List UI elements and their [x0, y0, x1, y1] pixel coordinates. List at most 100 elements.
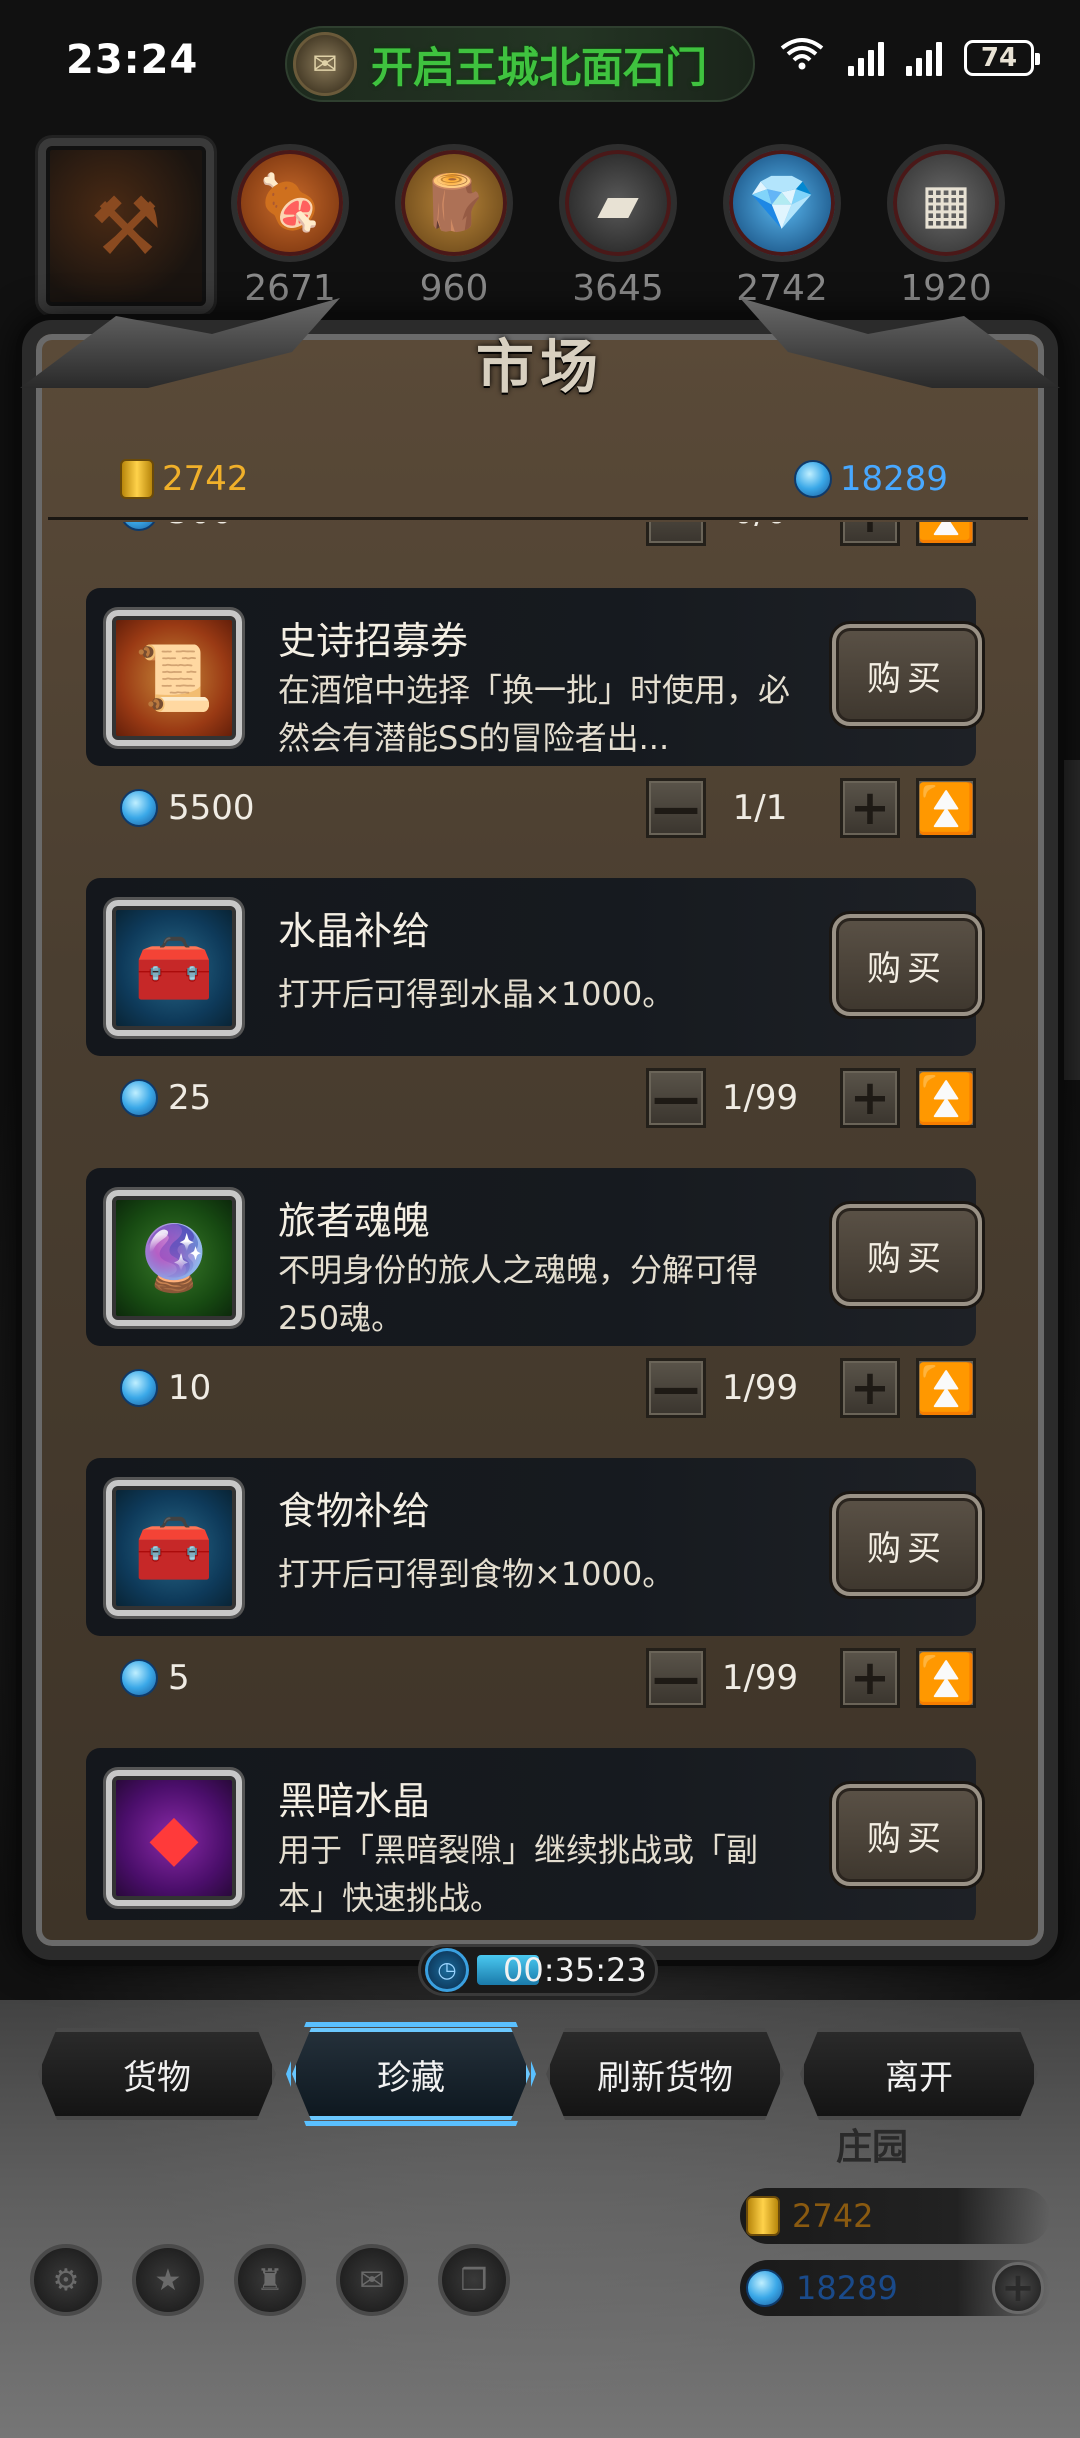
price-row: 10 — 1/99 + ⏫ — [60, 1358, 996, 1418]
market-title: 市场 — [475, 333, 604, 401]
estate-gems: 18289 + — [740, 2260, 1050, 2316]
quantity-text: 1/99 — [721, 1658, 799, 1698]
item-description: 打开后可得到水晶×1000。 — [278, 975, 675, 1013]
gem-amount: 18289 — [839, 458, 948, 499]
max-button[interactable]: ⏫ — [916, 522, 976, 546]
price-row: 5 — 1/99 + ⏫ — [60, 1648, 996, 1708]
item-price: 5500 — [120, 788, 255, 828]
tab-leave[interactable]: 离开 — [800, 2028, 1038, 2120]
gold-icon — [746, 2196, 780, 2236]
stone-icon: ▦ — [887, 144, 1005, 262]
increase-button[interactable]: + — [840, 522, 900, 546]
buy-button[interactable]: 购买 — [832, 1494, 982, 1596]
gold-amount: 2742 — [162, 458, 249, 499]
market-item-list[interactable]: 500 — 0/0 + ⏫ 📜 史诗招募券 在酒馆中选择「换一批」时使用，必然会… — [60, 522, 996, 1920]
gem-icon — [793, 459, 832, 498]
crystal-icon: 💎 — [723, 144, 841, 262]
resource-count: 2742 — [736, 268, 828, 309]
quantity-text: 0/0 — [685, 522, 835, 532]
quest-text: 开启王城北面石门 — [371, 42, 708, 92]
refresh-timer: ◷ 00:35:23 — [418, 1944, 658, 1996]
gem-icon — [120, 1079, 158, 1117]
increase-button[interactable]: + — [840, 778, 900, 838]
scroll-icon: ✉ — [293, 32, 357, 96]
timer-text: 00:35:23 — [503, 1951, 647, 1989]
dark-crystal-icon: ◆ — [106, 1770, 242, 1906]
increase-button[interactable]: + — [840, 1648, 900, 1708]
item-name: 水晶补给 — [278, 909, 431, 953]
price-amount: 500 — [168, 522, 233, 532]
resource-crystal[interactable]: 💎 2742 — [720, 144, 844, 309]
gem-icon — [746, 2269, 784, 2307]
tab-goods[interactable]: 货物 — [38, 2028, 276, 2120]
quantity-text: 1/1 — [732, 788, 788, 828]
item-price: 500 — [120, 522, 233, 532]
item-description: 打开后可得到食物×1000。 — [278, 1555, 675, 1593]
star-icon[interactable]: ★ — [132, 2244, 204, 2316]
wifi-icon — [778, 34, 826, 82]
wood-icon: 🪵 — [395, 144, 513, 262]
estate-gold: 2742 — [740, 2188, 1050, 2244]
item-description: 不明身份的旅人之魂魄，分解可得250魂。 — [278, 1251, 759, 1337]
item-card: 🧰 食物补给 打开后可得到食物×1000。 购买 — [86, 1458, 982, 1636]
mail-icon[interactable]: ✉ — [336, 2244, 408, 2316]
hero-portrait[interactable]: ⚒ — [38, 138, 214, 314]
buy-button[interactable]: 购买 — [832, 914, 982, 1016]
battery-level: 74 — [980, 43, 1018, 73]
meat-icon: 🍖 — [231, 144, 349, 262]
tab-treasures[interactable]: 珍藏 — [292, 2028, 530, 2120]
resource-iron[interactable]: ▰ 3645 — [556, 144, 680, 309]
increase-button[interactable]: + — [840, 1358, 900, 1418]
settings-icon[interactable]: ⚙ — [30, 2244, 102, 2316]
price-amount: 5500 — [168, 788, 255, 828]
partial-price-row: 500 — 0/0 + ⏫ — [60, 522, 996, 554]
market-tabs: 货物 珍藏 刷新货物 离开 — [38, 2022, 1042, 2126]
max-button[interactable]: ⏫ — [916, 1648, 976, 1708]
estate-label: 庄园 — [836, 2127, 909, 2168]
price-amount: 10 — [168, 1368, 212, 1408]
tab-refresh-goods[interactable]: 刷新货物 — [546, 2028, 784, 2120]
price-row: 5500 — 1/1 + ⏫ — [60, 778, 996, 838]
buy-button[interactable]: 购买 — [832, 624, 982, 726]
box-icon[interactable]: ❒ — [438, 2244, 510, 2316]
gem-icon — [120, 522, 158, 531]
item-price: 25 — [120, 1078, 211, 1118]
battery-icon: 74 — [964, 40, 1040, 76]
max-button[interactable]: ⏫ — [916, 1068, 976, 1128]
item-description: 用于「黑暗裂隙」继续挑战或「副本」快速挑战。 — [278, 1831, 759, 1917]
item-price: 5 — [120, 1658, 190, 1698]
max-button[interactable]: ⏫ — [916, 778, 976, 838]
item-name: 黑暗水晶 — [278, 1779, 431, 1823]
quest-banner[interactable]: ✉ 开启王城北面石门 — [285, 26, 755, 102]
status-icons: 74 — [778, 34, 1040, 82]
chest-icon: 🧰 — [106, 900, 242, 1036]
buy-button[interactable]: 购买 — [832, 1204, 982, 1306]
max-button[interactable]: ⏫ — [916, 1358, 976, 1418]
resource-meat[interactable]: 🍖 2671 — [228, 144, 352, 309]
clock-icon: ◷ — [425, 1948, 469, 1992]
scroll-icon: 📜 — [106, 610, 242, 746]
iron-icon: ▰ — [559, 144, 677, 262]
gem-icon — [120, 789, 158, 827]
gold-balance: 2742 — [120, 458, 249, 499]
item-card: ◆ 黑暗水晶 用于「黑暗裂隙」继续挑战或「副本」快速挑战。 购买 — [86, 1748, 982, 1920]
market-currency-bar: 2742 18289 — [48, 440, 1028, 520]
resource-stone[interactable]: ▦ 1920 — [884, 144, 1008, 309]
signal-icon — [906, 40, 942, 76]
quantity-text: 1/99 — [721, 1368, 799, 1408]
item-name: 史诗招募券 — [278, 619, 469, 663]
price-amount: 5 — [168, 1658, 190, 1698]
resource-wood[interactable]: 🪵 960 — [392, 144, 516, 309]
buy-button[interactable]: 购买 — [832, 1784, 982, 1886]
item-card: 🧰 水晶补给 打开后可得到水晶×1000。 购买 — [86, 878, 982, 1056]
resource-row: ⚒ 🍖 2671 🪵 960 ▰ 3645 💎 2742 ▦ 1920 — [38, 138, 1060, 318]
estate-gem-amount: 18289 — [796, 2269, 898, 2307]
rank-icon[interactable]: ♜ — [234, 2244, 306, 2316]
item-card: 🔮 旅者魂魄 不明身份的旅人之魂魄，分解可得250魂。 购买 — [86, 1168, 982, 1346]
item-description: 在酒馆中选择「换一批」时使用，必然会有潜能SS的冒险者出... — [278, 671, 791, 757]
increase-button[interactable]: + — [840, 1068, 900, 1128]
add-gems-button[interactable]: + — [992, 2262, 1044, 2314]
item-card: 📜 史诗招募券 在酒馆中选择「换一批」时使用，必然会有潜能SS的冒险者出... … — [86, 588, 982, 766]
item-name: 旅者魂魄 — [278, 1199, 431, 1243]
estate-gold-amount: 2742 — [792, 2197, 874, 2235]
